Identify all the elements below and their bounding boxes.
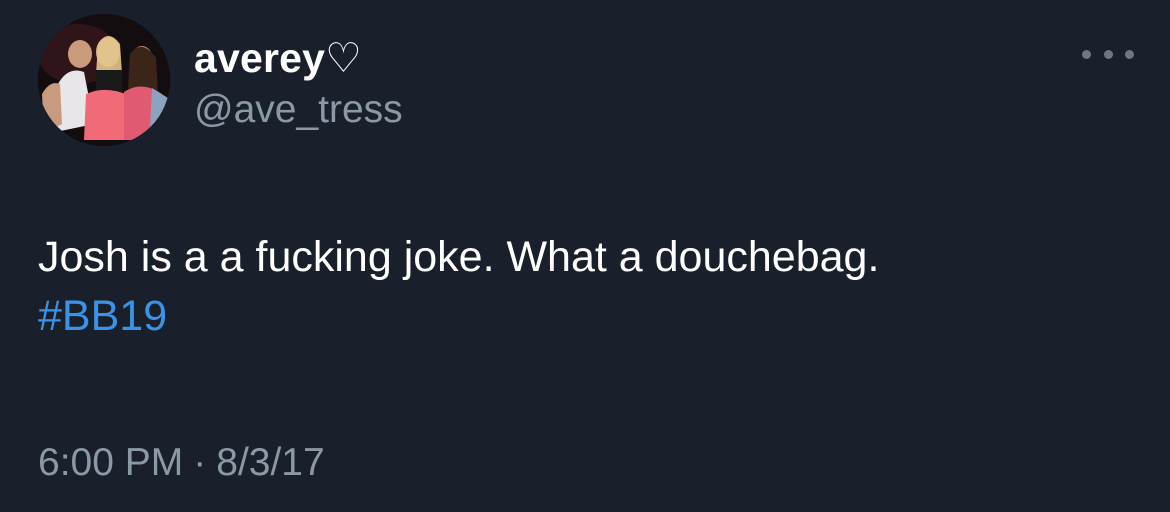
tweet-text: Josh is a a fucking joke. What a doucheb…: [38, 228, 1128, 346]
tweet-time: 6:00 PM: [38, 441, 184, 484]
tweet-date: 8/3/17: [216, 441, 325, 484]
more-dot-1: [1082, 49, 1091, 59]
username-handle[interactable]: @ave_tress: [194, 87, 403, 133]
more-options-icon[interactable]: [1082, 40, 1134, 68]
display-name[interactable]: averey♡: [194, 34, 362, 82]
hashtag-link[interactable]: #BB19: [38, 287, 167, 346]
tweet-body: Josh is a a fucking joke. What a doucheb…: [38, 233, 880, 281]
tweet-timestamp[interactable]: 6:00 PM · 8/3/17: [38, 440, 325, 486]
meta-separator: ·: [193, 441, 207, 484]
more-dot-3: [1125, 49, 1134, 59]
tweet-card: averey♡ @ave_tress Josh is a a fucking j…: [0, 0, 1170, 512]
avatar[interactable]: [38, 14, 170, 146]
more-dot-2: [1103, 49, 1113, 59]
avatar-photo: [38, 14, 170, 146]
